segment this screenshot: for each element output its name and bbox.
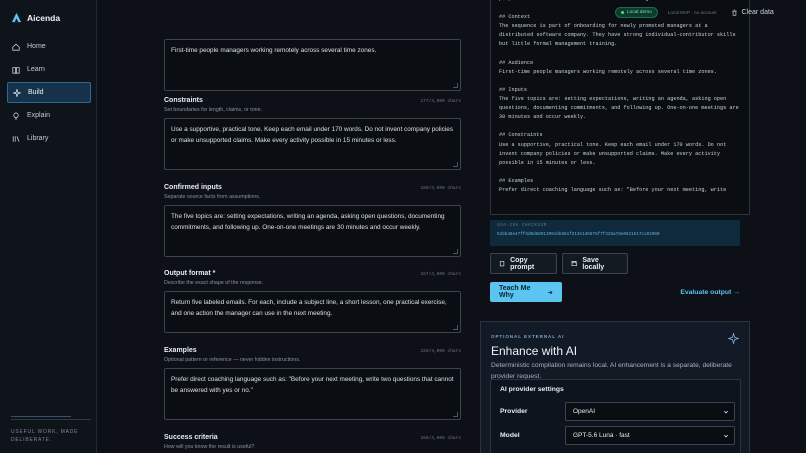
ai-provider-settings-card: AI provider settings Provider OpenAI Mod… (490, 379, 741, 453)
enhance-title: Enhance with AI (491, 344, 578, 358)
provider-settings-title: AI provider settings (500, 386, 564, 393)
compiled-prompt-panel[interactable]: purpose for and can effective and in the… (490, 0, 750, 215)
library-icon (12, 135, 20, 142)
checksum-box: SHA-256 CHECKSUM 51bb48e47ff6d0d8001399c… (490, 220, 740, 246)
teach-row: Teach Me Why Evaluate output → (490, 282, 740, 302)
audience-textarea[interactable]: First-time people managers working remot… (164, 39, 461, 91)
local-demo-badge: Local demo (615, 7, 658, 18)
field-description: Optional pattern or reference — never hi… (164, 357, 301, 363)
evaluate-output-label: Evaluate output (680, 288, 732, 296)
enhance-with-ai-panel: OPTIONAL EXTERNAL AI Enhance with AI Det… (480, 321, 750, 453)
copy-icon (499, 261, 505, 267)
confirmed-inputs-textarea[interactable]: The five topics are: setting expectation… (164, 205, 461, 257)
copy-prompt-label: Copy prompt (510, 256, 535, 271)
brand[interactable]: Aicenda (11, 12, 60, 23)
sidebar-item-label: Build (28, 89, 44, 96)
clear-data-button[interactable]: Clear data (731, 9, 774, 16)
audience-field: First-time people managers working remot… (164, 34, 461, 91)
save-locally-button[interactable]: Save locally (562, 253, 628, 274)
provider-value: OpenAI (573, 408, 596, 415)
examples-textarea[interactable]: Prefer direct coaching language such as:… (164, 368, 461, 420)
char-count: 157/4,000 chars (420, 272, 461, 277)
char-count: 120/4,000 chars (420, 349, 461, 354)
sidebar-nav: Home Learn Build Explain Library (7, 36, 91, 151)
output-format-textarea[interactable]: Return five labeled emails. For each, in… (164, 291, 461, 333)
checksum-value: 51bb48e47ff6d0d8001399cbb861f213e1d5875f… (497, 232, 660, 237)
tagline-text: USEFUL WORK, MADE DELIBERATE. (11, 429, 79, 443)
teach-me-why-label: Teach Me Why (499, 285, 531, 299)
model-row: Model GPT-5.6 Luna · fast (500, 426, 735, 445)
home-icon (12, 43, 20, 51)
field-label: Examples (164, 347, 197, 354)
chevron-down-icon (723, 434, 729, 437)
sparkle-icon (728, 333, 739, 344)
output-actions: Copy prompt Save locally (490, 253, 628, 274)
examples-field: Examples 120/4,000 chars Optional patter… (164, 347, 461, 420)
save-locally-label: Save locally (582, 256, 605, 271)
confirmed-inputs-field: Confirmed inputs 180/4,000 chars Separat… (164, 184, 461, 257)
model-select[interactable]: GPT-5.6 Luna · fast (565, 426, 735, 445)
sidebar-item-label: Explain (27, 112, 50, 119)
field-label: Constraints (164, 97, 203, 104)
success-criteria-field: Success criteria 158/4,000 chars How wil… (164, 434, 461, 450)
sidebar-item-home[interactable]: Home (7, 36, 91, 57)
sidebar-item-build[interactable]: Build (7, 82, 91, 103)
char-count: 177/4,000 chars (420, 99, 461, 104)
constraints-field: Constraints 177/4,000 chars Set boundari… (164, 97, 461, 170)
copy-prompt-button[interactable]: Copy prompt (490, 253, 557, 274)
char-count: 158/4,000 chars (420, 436, 461, 441)
field-description: How will you know the result is useful? (164, 444, 255, 450)
checksum-label: SHA-256 CHECKSUM (497, 224, 547, 228)
prompt-builder-form: First-time people managers working remot… (97, 0, 480, 453)
output-format-field: Output format * 157/4,000 chars Describe… (164, 270, 461, 333)
tagline: USEFUL WORK, MADE DELIBERATE. (11, 416, 91, 444)
sidebar-item-explain[interactable]: Explain (7, 105, 91, 126)
model-value: GPT-5.6 Luna · fast (573, 432, 630, 439)
brand-name: Aicenda (27, 12, 61, 23)
status-dot-icon (621, 11, 624, 14)
field-description: Describe the exact shape of the response… (164, 280, 264, 286)
output-column: purpose for and can effective and in the… (480, 0, 806, 453)
arrow-right-icon: → (733, 288, 740, 296)
provider-row: Provider OpenAI (500, 402, 735, 421)
field-description: Separate source facts from assumptions. (164, 194, 261, 200)
field-label: Output format * (164, 270, 216, 277)
model-label: Model (500, 432, 520, 439)
app-window: Aicenda Home Learn Build Explain Library (0, 0, 806, 453)
provider-select[interactable]: OpenAI (565, 402, 735, 421)
chevron-down-icon (723, 410, 729, 413)
book-icon (12, 66, 20, 74)
topbar: Local demo Local MVP · no account Clear … (615, 7, 774, 18)
field-label: Confirmed inputs (164, 184, 222, 191)
demo-label: Local demo (627, 10, 652, 15)
evaluate-output-link[interactable]: Evaluate output → (680, 289, 740, 296)
arrow-right-icon (547, 290, 553, 294)
sidebar-item-label: Learn (27, 66, 45, 73)
aicenda-logo-icon (11, 12, 22, 23)
mvp-note: Local MVP · no account (667, 10, 717, 15)
sidebar-item-label: Home (27, 43, 46, 50)
constraints-textarea[interactable]: Use a supportive, practical tone. Keep e… (164, 118, 461, 170)
sidebar: Aicenda Home Learn Build Explain Library (0, 0, 97, 453)
save-icon (571, 260, 577, 267)
char-count: 180/4,000 chars (420, 186, 461, 191)
field-description: Set boundaries for length, claims, or to… (164, 107, 263, 113)
trash-icon (731, 9, 737, 16)
teach-me-why-button[interactable]: Teach Me Why (490, 282, 562, 302)
lightbulb-icon (13, 112, 19, 120)
compiled-prompt-text: purpose for and can effective and in the… (499, 0, 739, 193)
sidebar-item-library[interactable]: Library (7, 128, 91, 149)
provider-label: Provider (500, 408, 528, 415)
sidebar-item-label: Library (27, 135, 49, 142)
sparkle-icon (13, 88, 21, 97)
field-label: Success criteria (164, 434, 218, 441)
sidebar-item-learn[interactable]: Learn (7, 59, 91, 80)
clear-data-label: Clear data (741, 9, 774, 16)
enhance-eyebrow: OPTIONAL EXTERNAL AI (491, 334, 565, 339)
tagline-divider (11, 416, 91, 420)
